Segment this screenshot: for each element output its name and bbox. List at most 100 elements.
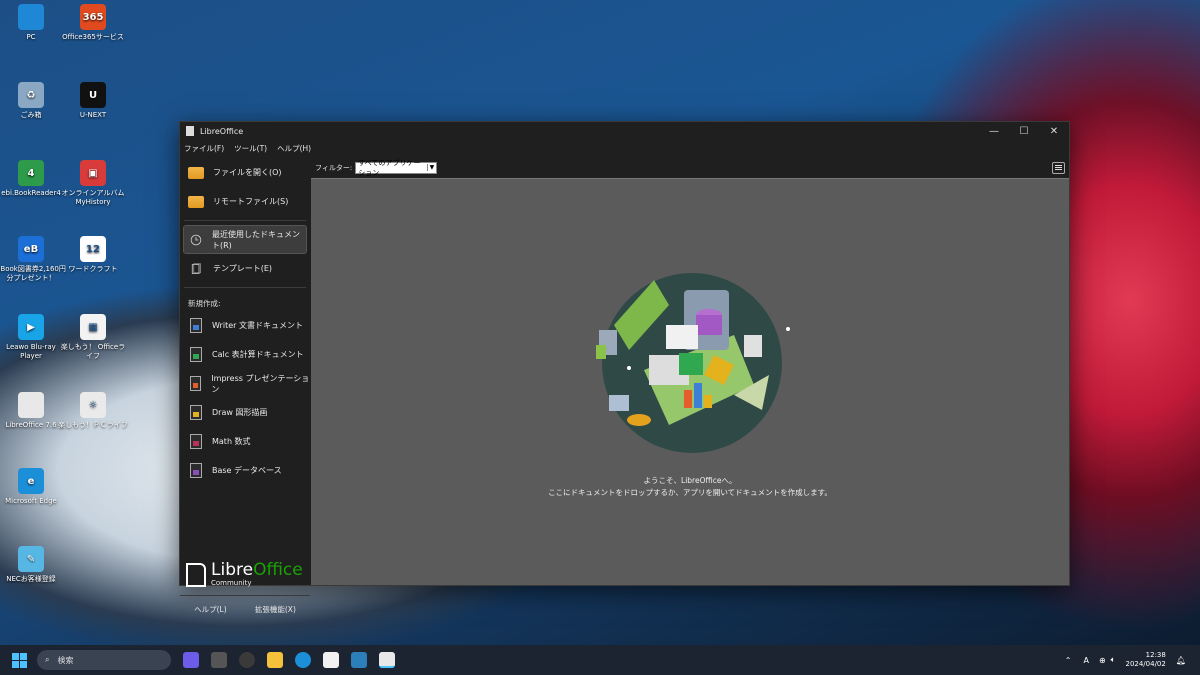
clock-time: 12:38 bbox=[1145, 651, 1166, 659]
desktop-icon[interactable]: e Microsoft Edge bbox=[0, 468, 66, 506]
recent-documents-button[interactable]: 最近使用したドキュメント(R) bbox=[183, 225, 307, 254]
remote-files-label: リモートファイル(S) bbox=[213, 197, 289, 206]
desktop-icon-label: U-NEXT bbox=[79, 111, 107, 119]
logo-text-libre: Libre bbox=[211, 560, 254, 580]
close-button[interactable]: ✕ bbox=[1039, 126, 1069, 137]
desktop-icon[interactable]: ▦ 楽しもう！ Officeライフ bbox=[58, 314, 128, 361]
templates-button[interactable]: テンプレート(E) bbox=[180, 254, 310, 283]
title-bar[interactable]: LibreOffice — ☐ ✕ bbox=[180, 122, 1069, 140]
app-icon bbox=[18, 4, 44, 30]
desktop-icon-label: Office365サービス bbox=[62, 33, 124, 41]
window-title: LibreOffice bbox=[200, 126, 244, 136]
ime-indicator[interactable]: A bbox=[1083, 656, 1088, 665]
desktop-icon-label: PC bbox=[26, 33, 36, 41]
libreoffice-taskbar-icon[interactable] bbox=[379, 652, 395, 668]
create-app-label: Impress プレゼンテーション bbox=[211, 373, 310, 394]
app-icon: e bbox=[18, 468, 44, 494]
desktop-icon-label: 楽しもう！ Officeライフ bbox=[60, 343, 126, 360]
system-tray: ⌃ A ⊕ 🔈︎ 12:38 2024/04/02 🔔︎ bbox=[1065, 645, 1186, 675]
filter-select[interactable]: すべてのアプリケーション ▼ bbox=[355, 159, 438, 177]
search-icon: ⌕ bbox=[45, 655, 50, 664]
edge-icon[interactable] bbox=[295, 652, 311, 668]
desktop-icon[interactable]: U U-NEXT bbox=[58, 82, 128, 120]
app-doc-icon bbox=[190, 463, 202, 478]
create-app-label: Draw 図形描画 bbox=[212, 408, 268, 417]
app-icon: ▦ bbox=[80, 314, 106, 340]
libreoffice-logo: LibreOffice Community bbox=[186, 562, 303, 587]
desktop-icon-label: eBook図書券2,160円分プレゼント！ bbox=[0, 265, 66, 282]
desktop-icon-label: NECお客様登録 bbox=[6, 575, 56, 583]
desktop-icon-label: 楽しもう！ＰＣライフ bbox=[58, 421, 128, 429]
logo-subtitle: Community bbox=[211, 579, 252, 587]
create-app-button[interactable]: Math 数式 bbox=[180, 427, 310, 456]
desktop-icon[interactable]: PC bbox=[0, 4, 66, 42]
desktop-icon[interactable]: ♻ ごみ箱 bbox=[0, 82, 66, 120]
hamburger-menu-icon[interactable] bbox=[1052, 161, 1065, 174]
app-icon: ☼ bbox=[80, 392, 106, 418]
open-file-label: ファイルを開く(O) bbox=[213, 168, 282, 177]
app-icon: U bbox=[80, 82, 106, 108]
chevron-up-icon[interactable]: ⌃ bbox=[1065, 656, 1072, 665]
app-icon: ♻ bbox=[18, 82, 44, 108]
windows-start-icon[interactable] bbox=[12, 652, 27, 668]
divider bbox=[184, 287, 306, 288]
clock-icon bbox=[190, 234, 202, 245]
create-app-button[interactable]: Draw 図形描画 bbox=[180, 398, 310, 427]
search-placeholder: 検索 bbox=[57, 655, 74, 665]
create-app-button[interactable]: Writer 文書ドキュメント bbox=[180, 311, 310, 340]
desktop-icon-label: LibreOffice 7.6 bbox=[5, 421, 57, 429]
clock[interactable]: 12:38 2024/04/02 bbox=[1125, 651, 1165, 669]
logo-text-office: Office bbox=[253, 560, 303, 580]
maximize-button[interactable]: ☐ bbox=[1009, 126, 1039, 137]
minimize-button[interactable]: — bbox=[979, 126, 1009, 137]
desktop-icon[interactable]: 365 Office365サービス bbox=[58, 4, 128, 42]
notification-bell-icon[interactable]: 🔔︎ bbox=[1176, 656, 1186, 665]
search-box[interactable]: ⌕ 検索 bbox=[37, 650, 171, 670]
create-app-button[interactable]: Impress プレゼンテーション bbox=[180, 369, 310, 398]
libreoffice-logo-icon bbox=[186, 562, 206, 587]
desktop-icon-label: オンラインアルバムMyHistory bbox=[61, 189, 125, 206]
open-file-button[interactable]: ファイルを開く(O) bbox=[180, 158, 310, 187]
create-app-label: Math 数式 bbox=[212, 437, 251, 446]
help-button[interactable]: ヘルプ(L) bbox=[194, 604, 227, 615]
desktop-icon-label: Leawo Blu-ray Player bbox=[6, 343, 56, 360]
app-icon: ▶ bbox=[18, 314, 44, 340]
filter-value: すべてのアプリケーション bbox=[358, 158, 421, 177]
sidebar-footer: ヘルプ(L) 拡張機能(X) bbox=[180, 595, 310, 623]
volume-icon[interactable]: 🔈︎ bbox=[1111, 655, 1116, 665]
extensions-button[interactable]: 拡張機能(X) bbox=[255, 604, 296, 615]
menu-file[interactable]: ファイル(F) bbox=[184, 143, 224, 154]
desktop-icon[interactable]: ☼ 楽しもう！ＰＣライフ bbox=[58, 392, 128, 430]
menu-help[interactable]: ヘルプ(H) bbox=[277, 143, 311, 154]
create-app-button[interactable]: Base データベース bbox=[180, 456, 310, 485]
app-icon bbox=[18, 392, 44, 418]
sidebar: ファイルを開く(O) リモートファイル(S) 最近使用したドキュメント(R) テ… bbox=[180, 158, 310, 614]
app-icon: 365 bbox=[80, 4, 106, 30]
store-icon[interactable] bbox=[323, 652, 339, 668]
desktop-icon-label: ワードクラフト bbox=[68, 265, 118, 273]
photos-icon[interactable] bbox=[351, 652, 367, 668]
widgets-icon[interactable] bbox=[239, 652, 255, 668]
create-app-button[interactable]: Calc 表計算ドキュメント bbox=[180, 340, 310, 369]
desktop-icon[interactable]: ▣ オンラインアルバムMyHistory bbox=[58, 160, 128, 207]
libreoffice-start-center-window: LibreOffice — ☐ ✕ ファイル(F) ツール(T) ヘルプ(H) … bbox=[179, 121, 1070, 614]
remote-files-button[interactable]: リモートファイル(S) bbox=[180, 187, 310, 216]
desktop-icon[interactable]: 12 ワードクラフト bbox=[58, 236, 128, 274]
desktop-icon[interactable]: 4 ebi.BookReader4 bbox=[0, 160, 66, 198]
desktop-icon[interactable]: LibreOffice 7.6 bbox=[0, 392, 66, 430]
recent-documents-area[interactable]: ようこそ、LibreOfficeへ。 ここにドキュメントをドロップするか、アプリ… bbox=[311, 178, 1069, 585]
copilot-icon[interactable] bbox=[183, 652, 199, 668]
network-icon[interactable]: ⊕ bbox=[1099, 656, 1106, 665]
file-explorer-icon[interactable] bbox=[267, 652, 283, 668]
app-doc-icon bbox=[190, 376, 202, 391]
welcome-line-2: ここにドキュメントをドロップするか、アプリを開いてドキュメントを作成します。 bbox=[548, 488, 832, 497]
desktop-icon[interactable]: ▶ Leawo Blu-ray Player bbox=[0, 314, 66, 361]
menu-bar: ファイル(F) ツール(T) ヘルプ(H) bbox=[180, 140, 1069, 156]
desktop-icon[interactable]: ✎ NECお客様登録 bbox=[0, 546, 66, 584]
desktop-icon-label: ebi.BookReader4 bbox=[1, 189, 61, 197]
desktop-icon[interactable]: eB eBook図書券2,160円分プレゼント！ bbox=[0, 236, 66, 283]
menu-tools[interactable]: ツール(T) bbox=[234, 143, 267, 154]
app-doc-icon bbox=[190, 318, 202, 333]
task-view-icon[interactable] bbox=[211, 652, 227, 668]
libreoffice-doc-icon bbox=[186, 126, 194, 136]
